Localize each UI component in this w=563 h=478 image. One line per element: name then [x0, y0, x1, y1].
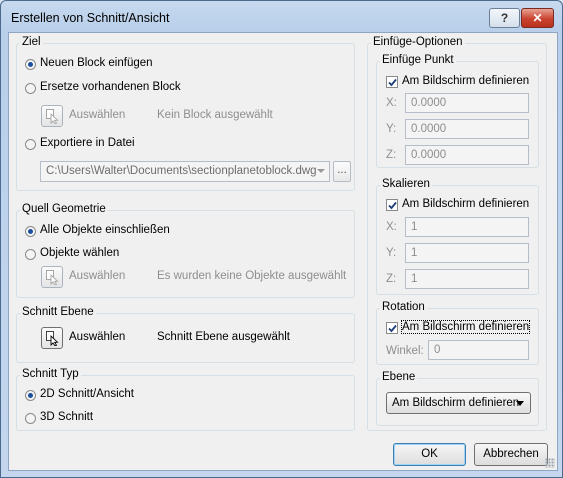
rotation-group-label: Rotation	[380, 301, 427, 313]
rotation-onscreen-label[interactable]: Am Bildschirm definieren	[400, 320, 531, 334]
scale-x-field[interactable]: 1	[405, 217, 529, 237]
block-status-text: Kein Block ausgewählt	[157, 109, 273, 121]
insert-point-x-label: X:	[386, 97, 397, 109]
rotation-angle-field[interactable]: 0	[428, 340, 529, 360]
insert-point-group-label: Einfüge Punkt	[380, 54, 456, 66]
scale-group-label: Skalieren	[380, 178, 432, 190]
scale-onscreen-label[interactable]: Am Bildschirm definieren	[402, 198, 529, 210]
select-cursor-icon	[46, 331, 59, 346]
new-block-radio[interactable]	[25, 59, 36, 70]
rotation-onscreen-checkbox[interactable]	[386, 322, 398, 334]
new-block-label[interactable]: Neuen Block einfügen	[40, 57, 153, 69]
select-cursor-icon	[46, 109, 59, 124]
close-button[interactable]: ✕	[521, 8, 554, 28]
select-objects-button[interactable]	[41, 266, 63, 288]
dialog-client-area: Ziel Neuen Block einfügen Ersetze vorhan…	[8, 32, 558, 471]
layer-dropdown[interactable]: Am Bildschirm definieren	[386, 392, 531, 414]
resize-grip-icon[interactable]	[545, 458, 555, 468]
title-bar[interactable]: Erstellen von Schnitt/Ansicht ? ✕	[1, 1, 562, 35]
select-section-plane-label: Auswählen	[69, 331, 126, 343]
scale-onscreen-checkbox[interactable]	[386, 199, 398, 211]
scale-y-field[interactable]: 1	[405, 243, 529, 263]
select-block-label: Auswählen	[69, 109, 126, 121]
insert-point-x-field[interactable]: 0.0000	[405, 93, 529, 113]
rotation-angle-label: Winkel:	[386, 345, 424, 357]
checkmark-icon	[388, 324, 397, 333]
select-section-plane-button[interactable]	[41, 327, 63, 349]
select-objects-label[interactable]: Objekte wählen	[40, 247, 119, 259]
type-3d-label[interactable]: 3D Schnitt	[40, 411, 93, 423]
quell-group-label: Quell Geometrie	[20, 203, 108, 215]
layer-group-label: Ebene	[380, 371, 418, 383]
chevron-down-icon	[516, 401, 524, 406]
objects-status-text: Es wurden keine Objekte ausgewählt	[157, 270, 347, 282]
insert-point-z-label: Z:	[386, 149, 397, 161]
cancel-button[interactable]: Abbrechen	[474, 443, 548, 466]
select-objects-button-label: Auswählen	[69, 270, 126, 282]
einfuege-group-label: Einfüge-Optionen	[371, 36, 465, 48]
insert-point-y-field[interactable]: 0.0000	[405, 119, 529, 139]
type-2d-label[interactable]: 2D Schnitt/Ansicht	[40, 388, 134, 400]
insert-point-onscreen-label[interactable]: Am Bildschirm definieren	[402, 75, 529, 87]
export-file-radio[interactable]	[25, 139, 36, 150]
chevron-down-icon	[317, 169, 325, 173]
scale-y-label: Y:	[386, 247, 397, 259]
replace-block-radio[interactable]	[25, 83, 36, 94]
insert-point-y-label: Y:	[386, 123, 397, 135]
checkmark-icon	[388, 201, 397, 210]
schnitt-ebene-group-label: Schnitt Ebene	[20, 306, 96, 318]
scale-z-label: Z:	[386, 273, 397, 285]
dialog-window: Erstellen von Schnitt/Ansicht ? ✕ Ziel N…	[0, 0, 563, 478]
browse-button[interactable]: ...	[333, 161, 351, 182]
select-block-button[interactable]	[41, 105, 63, 127]
scale-x-label: X:	[386, 221, 397, 233]
insert-point-onscreen-checkbox[interactable]	[386, 76, 398, 88]
export-path-combo[interactable]: C:\Users\Walter\Documents\sectionplaneto…	[40, 161, 330, 182]
scale-z-field[interactable]: 1	[405, 269, 529, 289]
help-button[interactable]: ?	[489, 8, 520, 28]
export-file-label[interactable]: Exportiere in Datei	[40, 137, 135, 149]
export-path-value: C:\Users\Walter\Documents\sectionplaneto…	[46, 165, 317, 177]
select-cursor-icon	[46, 270, 59, 285]
ok-button[interactable]: OK	[393, 443, 466, 466]
checkmark-icon	[388, 78, 397, 87]
layer-dropdown-value: Am Bildschirm definieren	[392, 397, 520, 409]
schnitt-typ-group-label: Schnitt Typ	[20, 368, 81, 380]
type-2d-radio[interactable]	[25, 390, 36, 401]
window-title: Erstellen von Schnitt/Ansicht	[11, 11, 170, 25]
insert-point-z-field[interactable]: 0.0000	[405, 145, 529, 165]
ziel-group-label: Ziel	[20, 36, 43, 48]
all-objects-radio[interactable]	[25, 226, 36, 237]
section-plane-status-text: Schnitt Ebene ausgewählt	[157, 331, 290, 343]
all-objects-label[interactable]: Alle Objekte einschließen	[40, 224, 170, 236]
select-objects-radio[interactable]	[25, 249, 36, 260]
replace-block-label[interactable]: Ersetze vorhandenen Block	[40, 81, 181, 93]
type-3d-radio[interactable]	[25, 413, 36, 424]
